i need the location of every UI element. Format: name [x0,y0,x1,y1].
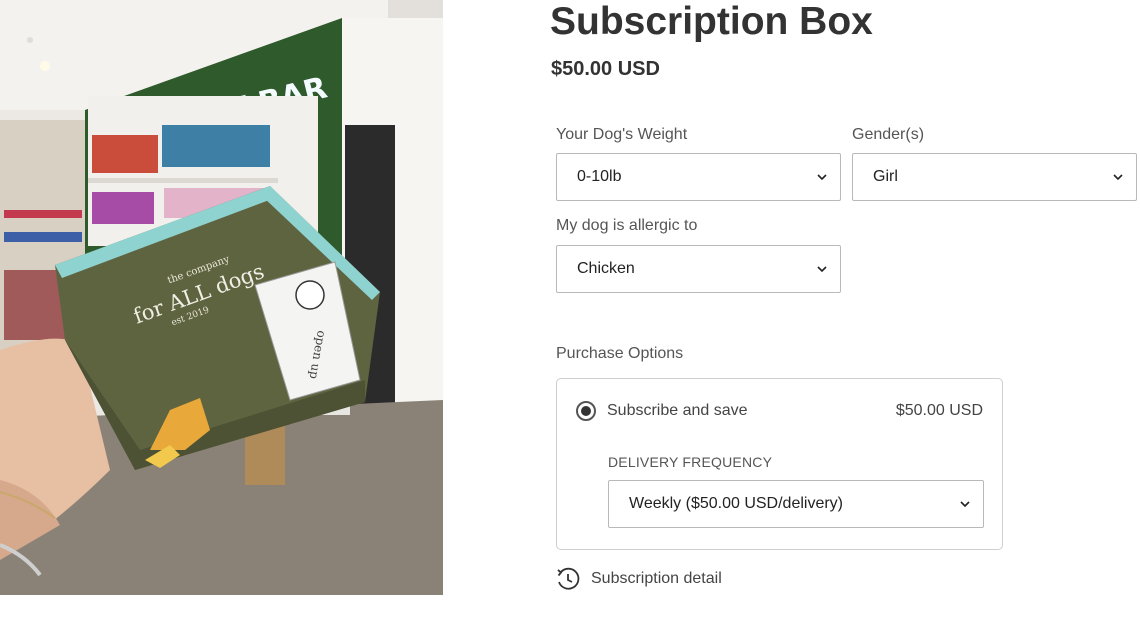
allergy-select[interactable]: Chicken [556,245,841,293]
gender-label: Gender(s) [852,126,925,143]
weight-select[interactable]: 0-10lb [556,153,841,201]
chevron-down-icon [817,266,827,273]
weight-select-value: 0-10lb [577,168,622,185]
clock-icon [557,567,580,590]
chevron-down-icon [960,501,970,508]
gender-select-value: Girl [873,168,898,185]
subscribe-option-label[interactable]: Subscribe and save [607,402,748,420]
product-photo: SNACK BAR open up the company [0,0,443,595]
purchase-options-label: Purchase Options [556,345,684,362]
purchase-option-card[interactable]: Subscribe and save $50.00 USD DELIVERY F… [556,378,1003,550]
chevron-down-icon [1113,174,1123,181]
allergy-select-value: Chicken [577,260,635,277]
gender-select[interactable]: Girl [852,153,1137,201]
allergy-label: My dog is allergic to [556,217,698,234]
delivery-frequency-value: Weekly ($50.00 USD/delivery) [629,495,844,512]
product-price: $50.00 USD [551,58,660,80]
delivery-frequency-select[interactable]: Weekly ($50.00 USD/delivery) [608,480,984,528]
subscription-detail-link[interactable]: Subscription detail [555,566,722,592]
subscribe-radio[interactable] [576,401,596,421]
weight-label: Your Dog's Weight [556,126,688,143]
subscribe-option-price: $50.00 USD [895,402,983,419]
chevron-down-icon [817,174,827,181]
delivery-frequency-label: DELIVERY FREQUENCY [608,454,773,470]
product-title: Subscription Box [550,0,873,43]
subscription-detail-label: Subscription detail [591,570,722,587]
